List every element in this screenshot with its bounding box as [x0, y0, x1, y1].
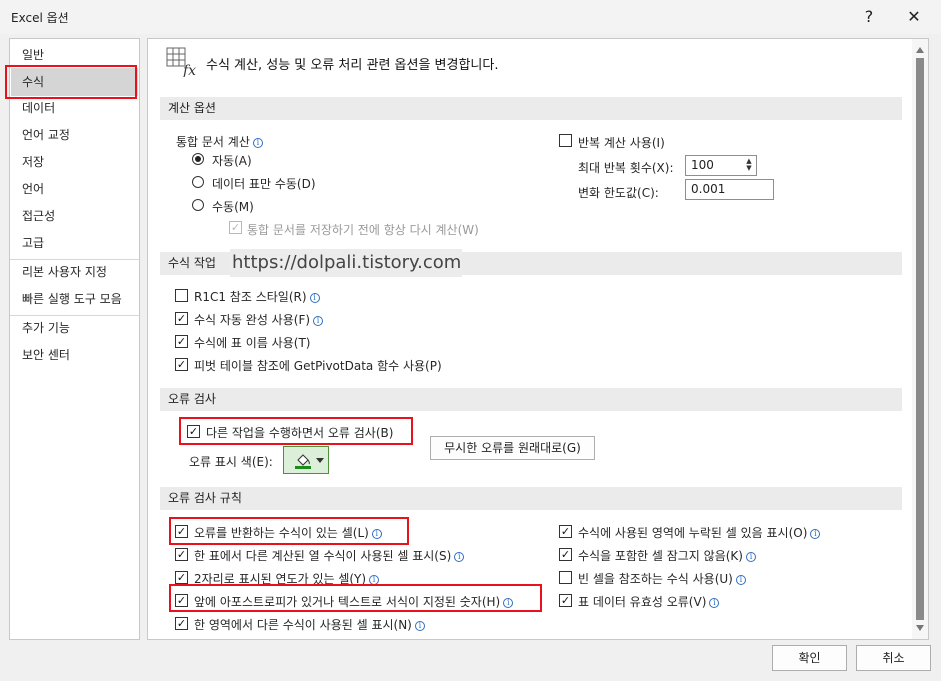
table-names-label[interactable]: 수식에 표 이름 사용(T) [194, 334, 310, 351]
radio-automatic-label[interactable]: 자동(A) [212, 152, 252, 169]
highlight-box [179, 417, 413, 445]
info-icon: i [252, 138, 263, 148]
rule-unlocked-cells-checkbox[interactable]: ✓ [559, 548, 572, 561]
max-iterations-label: 최대 반복 횟수(X): [578, 161, 674, 175]
iterative-calc-label[interactable]: 반복 계산 사용(I) [578, 134, 665, 151]
rule-unlocked-cells-label[interactable]: 수식을 포함한 셀 잠그지 않음(K) i [578, 547, 756, 564]
info-icon: i [454, 552, 465, 562]
formula-autocomplete-checkbox[interactable]: ✓ [175, 312, 188, 325]
formula-fx-icon: fx [166, 47, 196, 77]
info-icon: i [313, 316, 324, 326]
spinner-icon[interactable]: ▲ ▼ [744, 158, 754, 173]
sidebar-item-save[interactable]: 저장 [22, 151, 44, 173]
ok-button[interactable]: 확인 [772, 645, 847, 671]
chevron-down-icon [316, 458, 324, 463]
r1c1-label[interactable]: R1C1 참조 스타일(R) i [194, 288, 320, 305]
reset-ignored-errors-button[interactable]: 무시한 오류를 원래대로(G) [430, 436, 595, 460]
sidebar-item-customize-ribbon[interactable]: 리본 사용자 지정 [22, 261, 107, 283]
error-color-picker[interactable] [283, 446, 329, 474]
sidebar-item-advanced[interactable]: 고급 [22, 232, 44, 254]
rule-empty-cells-checkbox[interactable] [559, 571, 572, 584]
radio-automatic[interactable] [192, 153, 204, 165]
info-icon: i [709, 598, 720, 608]
scroll-up-icon[interactable] [916, 47, 924, 53]
rule-empty-cells-label[interactable]: 빈 셀을 참조하는 수식 사용(U) i [578, 570, 746, 587]
watermark-text: https://dolpali.tistory.com [230, 249, 462, 277]
sidebar-item-trust-center[interactable]: 보안 센터 [22, 344, 70, 366]
sidebar-item-addins[interactable]: 추가 기능 [22, 317, 70, 339]
iterative-calc-checkbox[interactable] [559, 134, 572, 147]
max-iterations-input[interactable]: 100 ▲ ▼ [685, 155, 757, 176]
rule-table-validation-label[interactable]: 표 데이터 유효성 오류(V) i [578, 593, 720, 610]
workbook-calc-label: 통합 문서 계산 i [176, 133, 263, 150]
recalc-before-save-label: 통합 문서를 저장하기 전에 항상 다시 계산(W) [247, 223, 479, 237]
sidebar-divider [10, 315, 139, 316]
help-icon[interactable]: ? [855, 4, 883, 30]
info-icon: i [309, 293, 320, 303]
sidebar-item-general[interactable]: 일반 [22, 44, 44, 66]
page-description: 수식 계산, 성능 및 오류 처리 관련 옵션을 변경합니다. [206, 58, 499, 73]
options-panel: fx 수식 계산, 성능 및 오류 처리 관련 옵션을 변경합니다. 계산 옵션… [147, 38, 929, 640]
highlight-box [5, 65, 137, 99]
rule-inconsistent-formulas-label[interactable]: 한 영역에서 다른 수식이 사용된 셀 표시(N) i [194, 616, 425, 633]
scroll-down-icon[interactable] [916, 625, 924, 631]
rule-inconsistent-calc-column-checkbox[interactable]: ✓ [175, 548, 188, 561]
fill-color-icon [295, 454, 311, 469]
info-icon: i [414, 621, 425, 631]
highlight-box [169, 517, 409, 545]
error-color-label: 오류 표시 색(E): [189, 455, 273, 469]
radio-auto-except-tables[interactable] [192, 176, 204, 188]
rule-omitted-cells-checkbox[interactable]: ✓ [559, 525, 572, 538]
section-error-checking-rules: 오류 검사 규칙 [160, 487, 902, 510]
svg-text:fx: fx [182, 63, 196, 77]
table-names-checkbox[interactable]: ✓ [175, 335, 188, 348]
rule-inconsistent-formulas-checkbox[interactable]: ✓ [175, 617, 188, 630]
sidebar-item-language[interactable]: 언어 [22, 178, 44, 200]
sidebar-item-data[interactable]: 데이터 [22, 97, 55, 119]
rule-inconsistent-calc-column-label[interactable]: 한 표에서 다른 계산된 열 수식이 사용된 셀 표시(S) i [194, 547, 465, 564]
close-icon[interactable]: ✕ [900, 4, 928, 30]
radio-manual-label[interactable]: 수동(M) [212, 198, 254, 215]
cancel-button[interactable]: 취소 [856, 645, 931, 671]
window-title: Excel 옵션 [11, 11, 69, 25]
panel-content: fx 수식 계산, 성능 및 오류 처리 관련 옵션을 변경합니다. 계산 옵션… [148, 39, 913, 639]
radio-manual[interactable] [192, 199, 204, 211]
max-change-label: 변화 한도값(C): [578, 186, 659, 200]
sidebar-item-proofing[interactable]: 언어 교정 [22, 124, 70, 146]
info-icon: i [735, 575, 746, 585]
section-calculation: 계산 옵션 [160, 97, 902, 120]
recalc-before-save-checkbox: ✓ [229, 221, 242, 234]
formula-autocomplete-label[interactable]: 수식 자동 완성 사용(F) i [194, 311, 324, 328]
rule-table-validation-checkbox[interactable]: ✓ [559, 594, 572, 607]
rule-omitted-cells-label[interactable]: 수식에 사용된 영역에 누락된 셀 있음 표시(O) i [578, 524, 821, 541]
options-sidebar: 일반 수식 데이터 언어 교정 저장 언어 접근성 고급 리본 사용자 지정 빠… [9, 38, 140, 640]
radio-auto-except-tables-label[interactable]: 데이터 표만 수동(D) [212, 175, 316, 192]
r1c1-checkbox[interactable] [175, 289, 188, 302]
info-icon: i [745, 552, 756, 562]
sidebar-item-accessibility[interactable]: 접근성 [22, 205, 55, 227]
sidebar-item-quick-access[interactable]: 빠른 실행 도구 모음 [22, 288, 122, 310]
max-change-input[interactable]: 0.001 [685, 179, 774, 200]
vertical-scrollbar[interactable] [912, 39, 928, 639]
section-error-checking: 오류 검사 [160, 388, 902, 411]
sidebar-divider [10, 259, 139, 260]
scrollbar-thumb[interactable] [916, 58, 924, 620]
highlight-box [169, 584, 542, 612]
title-bar: Excel 옵션 ? ✕ [0, 0, 941, 34]
getpivotdata-checkbox[interactable]: ✓ [175, 358, 188, 371]
rule-two-digit-years-checkbox[interactable]: ✓ [175, 571, 188, 584]
getpivotdata-label[interactable]: 피벗 테이블 참조에 GetPivotData 함수 사용(P) [194, 357, 442, 374]
info-icon: i [810, 529, 821, 539]
